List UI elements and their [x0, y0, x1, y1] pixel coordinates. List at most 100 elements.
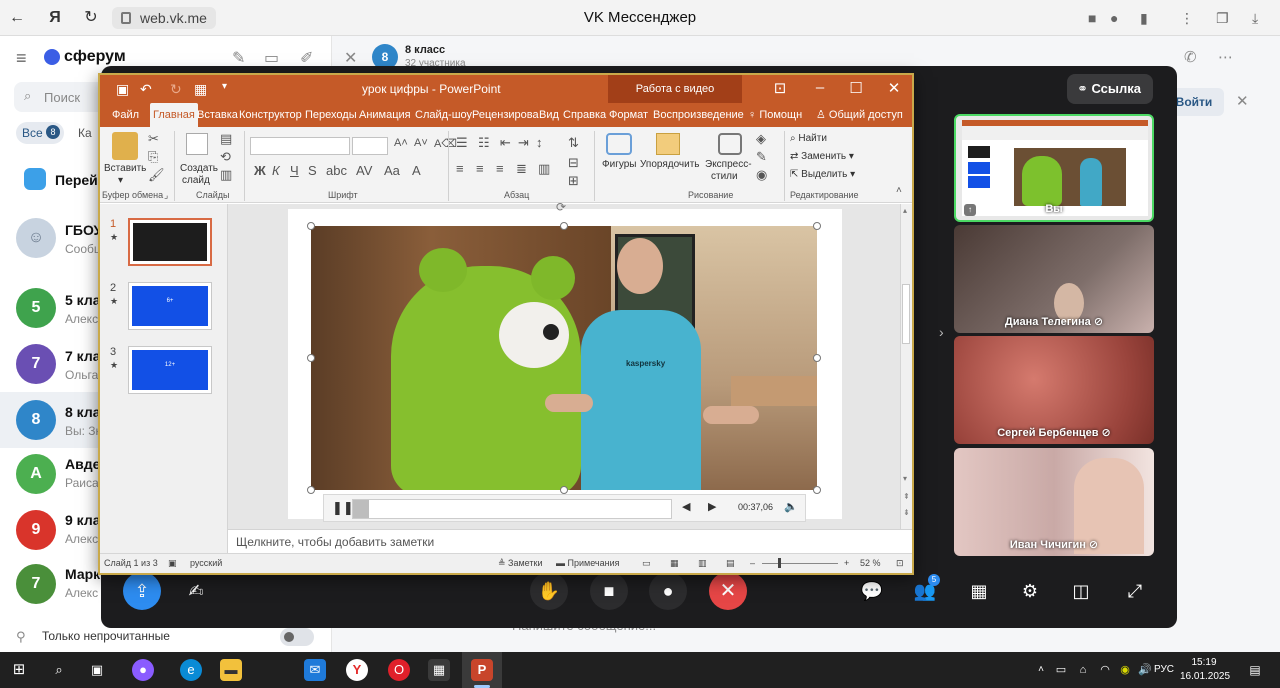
reading-view-icon[interactable]: ▥	[698, 558, 707, 569]
resize-handle[interactable]	[560, 486, 568, 494]
resize-handle[interactable]	[813, 354, 821, 362]
participant-tile-1[interactable]: Диана Телегина ⊘	[954, 225, 1154, 333]
tray-expand-icon[interactable]: ˄	[1030, 659, 1052, 681]
line-spacing-icon[interactable]: ↕	[536, 135, 543, 150]
strikethrough-icon[interactable]: abc	[326, 163, 347, 178]
shape-outline-icon[interactable]: ✎	[756, 149, 767, 165]
font-color-icon[interactable]: A	[412, 163, 421, 178]
video-progress-track[interactable]	[352, 499, 672, 519]
zoom-in-icon[interactable]: +	[844, 558, 849, 568]
new-slide-label[interactable]: Создать	[180, 163, 218, 175]
tab-slideshow[interactable]: Слайд-шоу	[415, 103, 472, 127]
video-object[interactable]: kaspersky	[311, 226, 817, 490]
opera-icon[interactable]: O	[388, 659, 410, 681]
select-button[interactable]: ⇱ Выделить ▾	[790, 169, 855, 181]
slide-thumb-1[interactable]	[128, 218, 212, 266]
fit-slide-icon[interactable]: ⊡	[896, 558, 904, 569]
align-center-icon[interactable]: ≡	[476, 161, 484, 176]
slide-thumb-3[interactable]: 12+	[128, 346, 212, 394]
cut-icon[interactable]: ✂	[148, 131, 159, 147]
participant-tile-3[interactable]: Иван Чичигин ⊘	[954, 448, 1154, 556]
bookmark-icon[interactable]: ▮	[1140, 10, 1148, 27]
pause-button[interactable]: ❚❚	[332, 500, 354, 516]
dismiss-icon[interactable]: ✕	[1236, 92, 1249, 110]
archive-icon[interactable]: ▭	[264, 48, 279, 68]
mail-icon[interactable]: ✉	[304, 659, 326, 681]
italic-icon[interactable]: К	[272, 163, 280, 178]
minimize-icon[interactable]: –	[810, 79, 830, 96]
pip-button[interactable]: ◫	[1062, 572, 1100, 610]
notifications-icon[interactable]: ▤	[1244, 659, 1266, 681]
tab-share[interactable]: ♙ Общий доступ	[816, 103, 903, 127]
slideshow-view-icon[interactable]: ▤	[726, 558, 735, 569]
whiteboard-button[interactable]: ✍	[177, 572, 215, 610]
chat-button[interactable]: 💬	[853, 572, 891, 610]
microphone-button[interactable]: ●	[649, 572, 687, 610]
tab-review[interactable]: Рецензирова	[472, 103, 539, 127]
tab-file[interactable]: Файл	[112, 103, 139, 127]
keyboard-language[interactable]: РУС	[1154, 664, 1174, 675]
font-name-input[interactable]	[250, 137, 350, 155]
tab-format[interactable]: Формат	[609, 103, 648, 127]
tab-transitions[interactable]: Переходы	[305, 103, 357, 127]
reset-slide-icon[interactable]: ⟲	[220, 149, 231, 165]
filter-next[interactable]: Ка	[78, 126, 92, 140]
camera-icon[interactable]: ■	[1088, 10, 1096, 26]
spellcheck-icon[interactable]: ▣	[168, 558, 177, 569]
align-text-icon[interactable]: ⊟	[568, 155, 579, 171]
yandex-browser-icon[interactable]: Y	[346, 659, 368, 681]
normal-view-icon[interactable]: ▭	[642, 558, 651, 569]
smartart-icon[interactable]: ⊞	[568, 173, 579, 189]
rotate-handle-icon[interactable]: ⟳	[556, 200, 566, 214]
new-slide-icon[interactable]	[186, 133, 208, 155]
spacing-icon[interactable]: AV	[356, 163, 372, 178]
redo-icon[interactable]: ↻	[170, 81, 182, 98]
tab-view[interactable]: Вид	[539, 103, 559, 127]
participants-button[interactable]: 👥 5	[906, 572, 944, 610]
tab-home[interactable]: Главная	[150, 103, 198, 127]
fullscreen-button[interactable]: ⤢	[1116, 572, 1154, 610]
step-back-button[interactable]: ◀	[682, 500, 690, 513]
collapse-ribbon-icon[interactable]: ˄	[896, 185, 902, 196]
quick-styles-label[interactable]: Экспресс-	[705, 159, 752, 171]
notes-toggle[interactable]: ≜ Заметки	[498, 558, 542, 569]
font-shrink-icon[interactable]: A˅	[414, 137, 428, 149]
resize-handle[interactable]	[307, 486, 315, 494]
close-icon[interactable]: ✕	[884, 79, 904, 97]
format-painter-icon[interactable]: 🖌	[148, 167, 165, 183]
slide-thumb-2[interactable]: 6+	[128, 282, 212, 330]
font-grow-icon[interactable]: A˄	[394, 137, 408, 149]
raise-hand-button[interactable]: ✋	[530, 572, 568, 610]
notes-pane[interactable]: Щелкните, чтобы добавить заметки	[228, 529, 912, 553]
numbering-icon[interactable]: ☷	[478, 135, 490, 151]
save-icon[interactable]: ▣	[116, 81, 129, 98]
reload-icon[interactable]: ↻	[82, 9, 100, 27]
yandex-icon[interactable]: Я	[46, 9, 64, 27]
clear-format-icon[interactable]: A⌫	[434, 137, 457, 150]
task-view-icon[interactable]: ▣	[86, 659, 108, 681]
sorter-view-icon[interactable]: ▦	[670, 558, 679, 569]
link-button[interactable]: ⚭ Ссылка	[1066, 74, 1153, 104]
collapse-panel-icon[interactable]: ›	[939, 324, 944, 340]
replace-button[interactable]: ⇄ Заменить ▾	[790, 151, 854, 163]
call-icon[interactable]: ✆	[1184, 48, 1197, 66]
tab-tell-me[interactable]: ♀ Помощн	[748, 103, 802, 127]
language-label[interactable]: русский	[190, 558, 222, 568]
section-icon[interactable]: ▥	[220, 167, 232, 183]
next-slide-icon[interactable]: ⇟	[903, 508, 910, 517]
network-icon[interactable]: ⌂	[1072, 659, 1094, 681]
camera-button[interactable]: ■	[590, 572, 628, 610]
vertical-scrollbar[interactable]: ▴ ▾ ⇞ ⇟	[900, 204, 912, 529]
back-icon[interactable]: ←	[8, 9, 26, 27]
zoom-slider-thumb[interactable]	[778, 558, 781, 568]
quick-styles-icon[interactable]	[718, 133, 742, 155]
volume-icon[interactable]: 🔈	[784, 500, 798, 513]
tab-help[interactable]: Справка	[563, 103, 606, 127]
volume-icon[interactable]: 🔊	[1134, 659, 1156, 681]
copy-icon[interactable]: ⎘	[148, 149, 158, 165]
powerpoint-taskbar-active[interactable]: P	[462, 652, 502, 688]
resize-handle[interactable]	[307, 222, 315, 230]
scroll-thumb[interactable]	[902, 284, 910, 344]
shapes-label[interactable]: Фигуры	[602, 159, 636, 171]
font-size-input[interactable]	[352, 137, 388, 155]
